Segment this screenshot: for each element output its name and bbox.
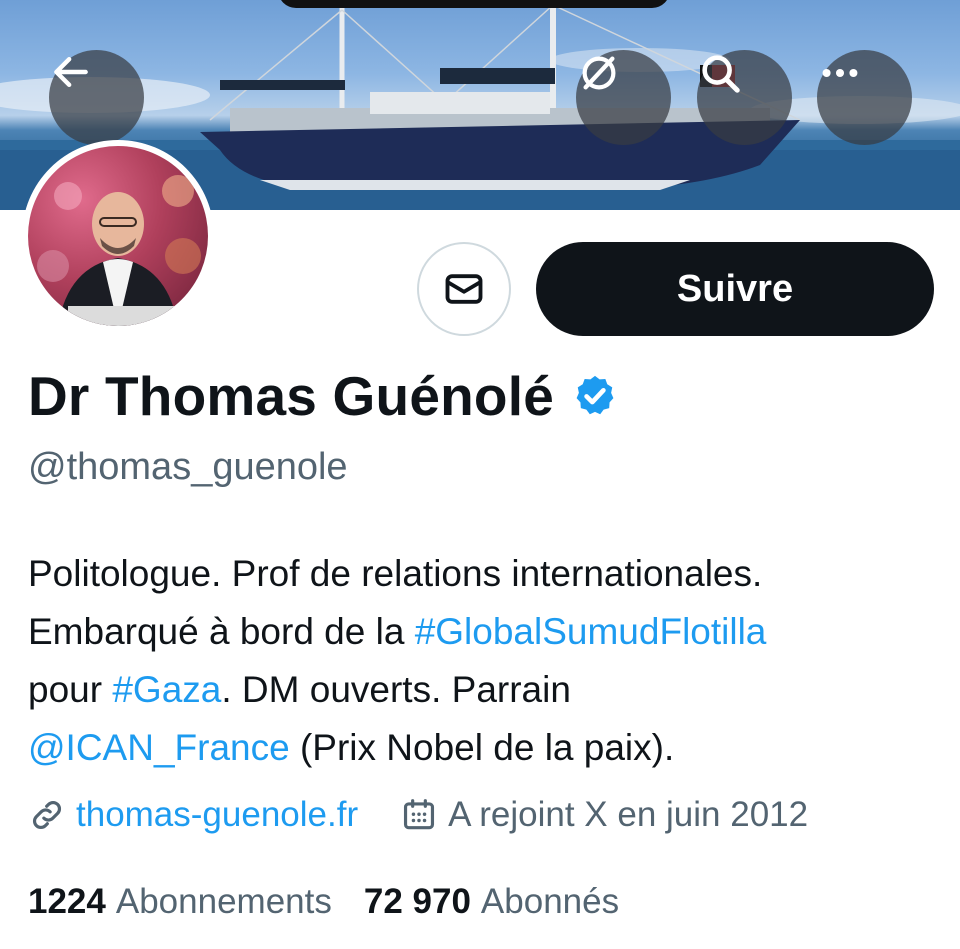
- avatar[interactable]: [22, 140, 214, 332]
- joined-item: A rejoint X en juin 2012: [400, 795, 808, 835]
- search-icon: [702, 55, 740, 93]
- device-notch: [278, 0, 670, 8]
- profile-bio: Politologue. Prof de relations internati…: [28, 545, 948, 777]
- followers-stat[interactable]: 72 970 Abonnés: [364, 882, 619, 922]
- following-stat[interactable]: 1224 Abonnements: [28, 882, 332, 922]
- bio-line: @ICAN_France (Prix Nobel de la paix).: [28, 719, 948, 777]
- search-button[interactable]: [697, 50, 792, 145]
- more-button[interactable]: [817, 50, 912, 145]
- verified-badge-icon[interactable]: [572, 373, 618, 419]
- following-count: 1224: [28, 882, 106, 921]
- followers-count: 72 970: [363, 882, 471, 921]
- eye-slash-icon: [582, 56, 616, 90]
- arrow-left-icon: [54, 56, 88, 88]
- bio-text: (Prix Nobel de la paix).: [289, 727, 675, 768]
- avatar-photo: [28, 146, 208, 326]
- mention-link-ican-france[interactable]: @ICAN_France: [28, 727, 290, 768]
- follow-button[interactable]: Suivre: [536, 242, 934, 336]
- back-button[interactable]: [49, 50, 144, 145]
- more-horizontal-icon: [822, 68, 858, 78]
- profile-name-row: Dr Thomas Guénolé: [28, 364, 618, 428]
- profile-handle: @thomas_guenole: [28, 446, 348, 488]
- bio-line: pour #Gaza. DM ouverts. Parrain: [28, 661, 948, 719]
- profile-stats: 1224 Abonnements 72 970 Abonnés: [28, 882, 619, 922]
- message-button[interactable]: [417, 242, 511, 336]
- following-label: Abonnements: [115, 882, 332, 921]
- bio-line: Embarqué à bord de la #GlobalSumudFlotil…: [28, 603, 948, 661]
- joined-date: A rejoint X en juin 2012: [448, 795, 809, 834]
- profile-meta: thomas-guenole.fr A rejoint X en juin 20…: [28, 795, 808, 835]
- link-icon: [33, 801, 61, 829]
- bio-text: Embarqué à bord de la: [28, 611, 415, 652]
- bio-line: Politologue. Prof de relations internati…: [28, 553, 763, 594]
- calendar-icon: [404, 799, 435, 830]
- followers-label: Abonnés: [480, 882, 620, 921]
- bio-text: . DM ouverts. Parrain: [221, 669, 571, 710]
- envelope-icon: [445, 274, 483, 304]
- hashtag-link-globalsumudflotilla[interactable]: #GlobalSumudFlotilla: [415, 611, 767, 652]
- hashtag-link-gaza[interactable]: #Gaza: [112, 669, 221, 710]
- website-link[interactable]: thomas-guenole.fr: [76, 795, 358, 835]
- bio-text: pour: [28, 669, 113, 710]
- profile-name: Dr Thomas Guénolé: [28, 365, 554, 427]
- website-item[interactable]: thomas-guenole.fr: [28, 795, 358, 835]
- hide-grok-button[interactable]: [576, 50, 671, 145]
